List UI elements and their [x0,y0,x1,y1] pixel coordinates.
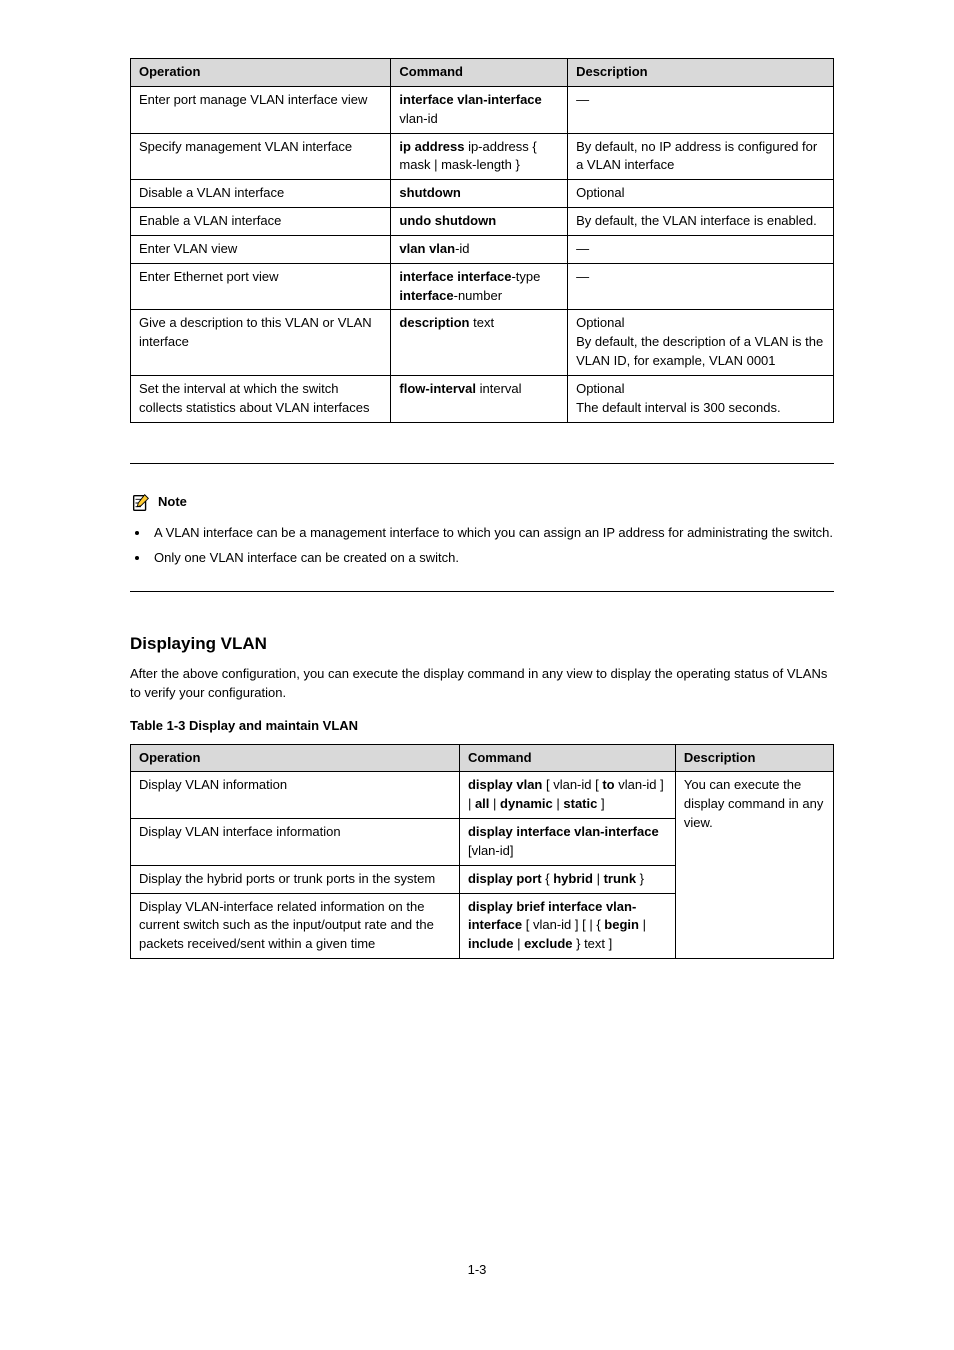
cell-operation: Enter Ethernet port view [131,263,391,310]
cell-command: vlan vlan-id [391,235,568,263]
cell-description: By default, the VLAN interface is enable… [568,208,834,236]
table-row: Display VLAN informationdisplay vlan [ v… [131,772,834,819]
note-item: A VLAN interface can be a management int… [150,524,834,543]
cell-operation: Disable a VLAN interface [131,180,391,208]
table1-head-command: Command [391,59,568,87]
cell-command: interface interface-type interface-numbe… [391,263,568,310]
note-item: Only one VLAN interface can be created o… [150,549,834,568]
cell-description: Optional [568,180,834,208]
table-row: Enable a VLAN interfaceundo shutdownBy d… [131,208,834,236]
cell-command: interface vlan-interface vlan-id [391,86,568,133]
note-list: A VLAN interface can be a management int… [130,524,834,568]
cell-operation: Enter port manage VLAN interface view [131,86,391,133]
cell-operation: Display VLAN-interface related informati… [131,893,460,959]
cell-command: ip address ip-address { mask | mask-leng… [391,133,568,180]
table2-body: Display VLAN informationdisplay vlan [ v… [131,772,834,959]
note-label: Note [158,493,187,512]
cell-description: — [568,86,834,133]
cell-description: OptionalBy default, the description of a… [568,310,834,376]
cell-description: OptionalThe default interval is 300 seco… [568,375,834,422]
cell-operation: Specify management VLAN interface [131,133,391,180]
table1-head-operation: Operation [131,59,391,87]
section-heading: Displaying VLAN [130,632,834,657]
cell-operation: Display the hybrid ports or trunk ports … [131,865,460,893]
cell-command: flow-interval interval [391,375,568,422]
table2-caption: Table 1-3 Display and maintain VLAN [130,717,834,736]
table2-head-command: Command [459,744,675,772]
table-row: Enter VLAN viewvlan vlan-id— [131,235,834,263]
cell-operation: Set the interval at which the switch col… [131,375,391,422]
cell-description: You can execute the display command in a… [675,772,833,959]
cell-command: display brief interface vlan-interface [… [459,893,675,959]
table1-head-description: Description [568,59,834,87]
table-row: Set the interval at which the switch col… [131,375,834,422]
table1-body: Enter port manage VLAN interface viewint… [131,86,834,422]
cell-operation: Display VLAN information [131,772,460,819]
table-row: Enter Ethernet port viewinterface interf… [131,263,834,310]
cell-description: — [568,235,834,263]
table-row: Specify management VLAN interfaceip addr… [131,133,834,180]
cell-operation: Enable a VLAN interface [131,208,391,236]
cell-command: undo shutdown [391,208,568,236]
cell-description: — [568,263,834,310]
cell-operation: Give a description to this VLAN or VLAN … [131,310,391,376]
table-row: Give a description to this VLAN or VLAN … [131,310,834,376]
cell-command: display port { hybrid | trunk } [459,865,675,893]
cell-operation: Enter VLAN view [131,235,391,263]
page-number: 1-3 [0,1261,954,1280]
cell-command: display interface vlan-interface [vlan-i… [459,819,675,866]
section-paragraph: After the above configuration, you can e… [130,665,834,703]
cell-command: display vlan [ vlan-id [ to vlan-id ] | … [459,772,675,819]
note-icon [130,492,152,514]
table2-head-description: Description [675,744,833,772]
cell-description: By default, no IP address is configured … [568,133,834,180]
table-operations: Operation Command Description Enter port… [130,58,834,423]
note-header: Note [130,492,834,514]
cell-command: shutdown [391,180,568,208]
note-block: Note A VLAN interface can be a managemen… [130,463,834,593]
cell-command: description text [391,310,568,376]
table2-head-operation: Operation [131,744,460,772]
table-row: Enter port manage VLAN interface viewint… [131,86,834,133]
table-row: Disable a VLAN interfaceshutdownOptional [131,180,834,208]
page: Operation Command Description Enter port… [0,0,954,1350]
table-display-vlan: Operation Command Description Display VL… [130,744,834,960]
cell-operation: Display VLAN interface information [131,819,460,866]
